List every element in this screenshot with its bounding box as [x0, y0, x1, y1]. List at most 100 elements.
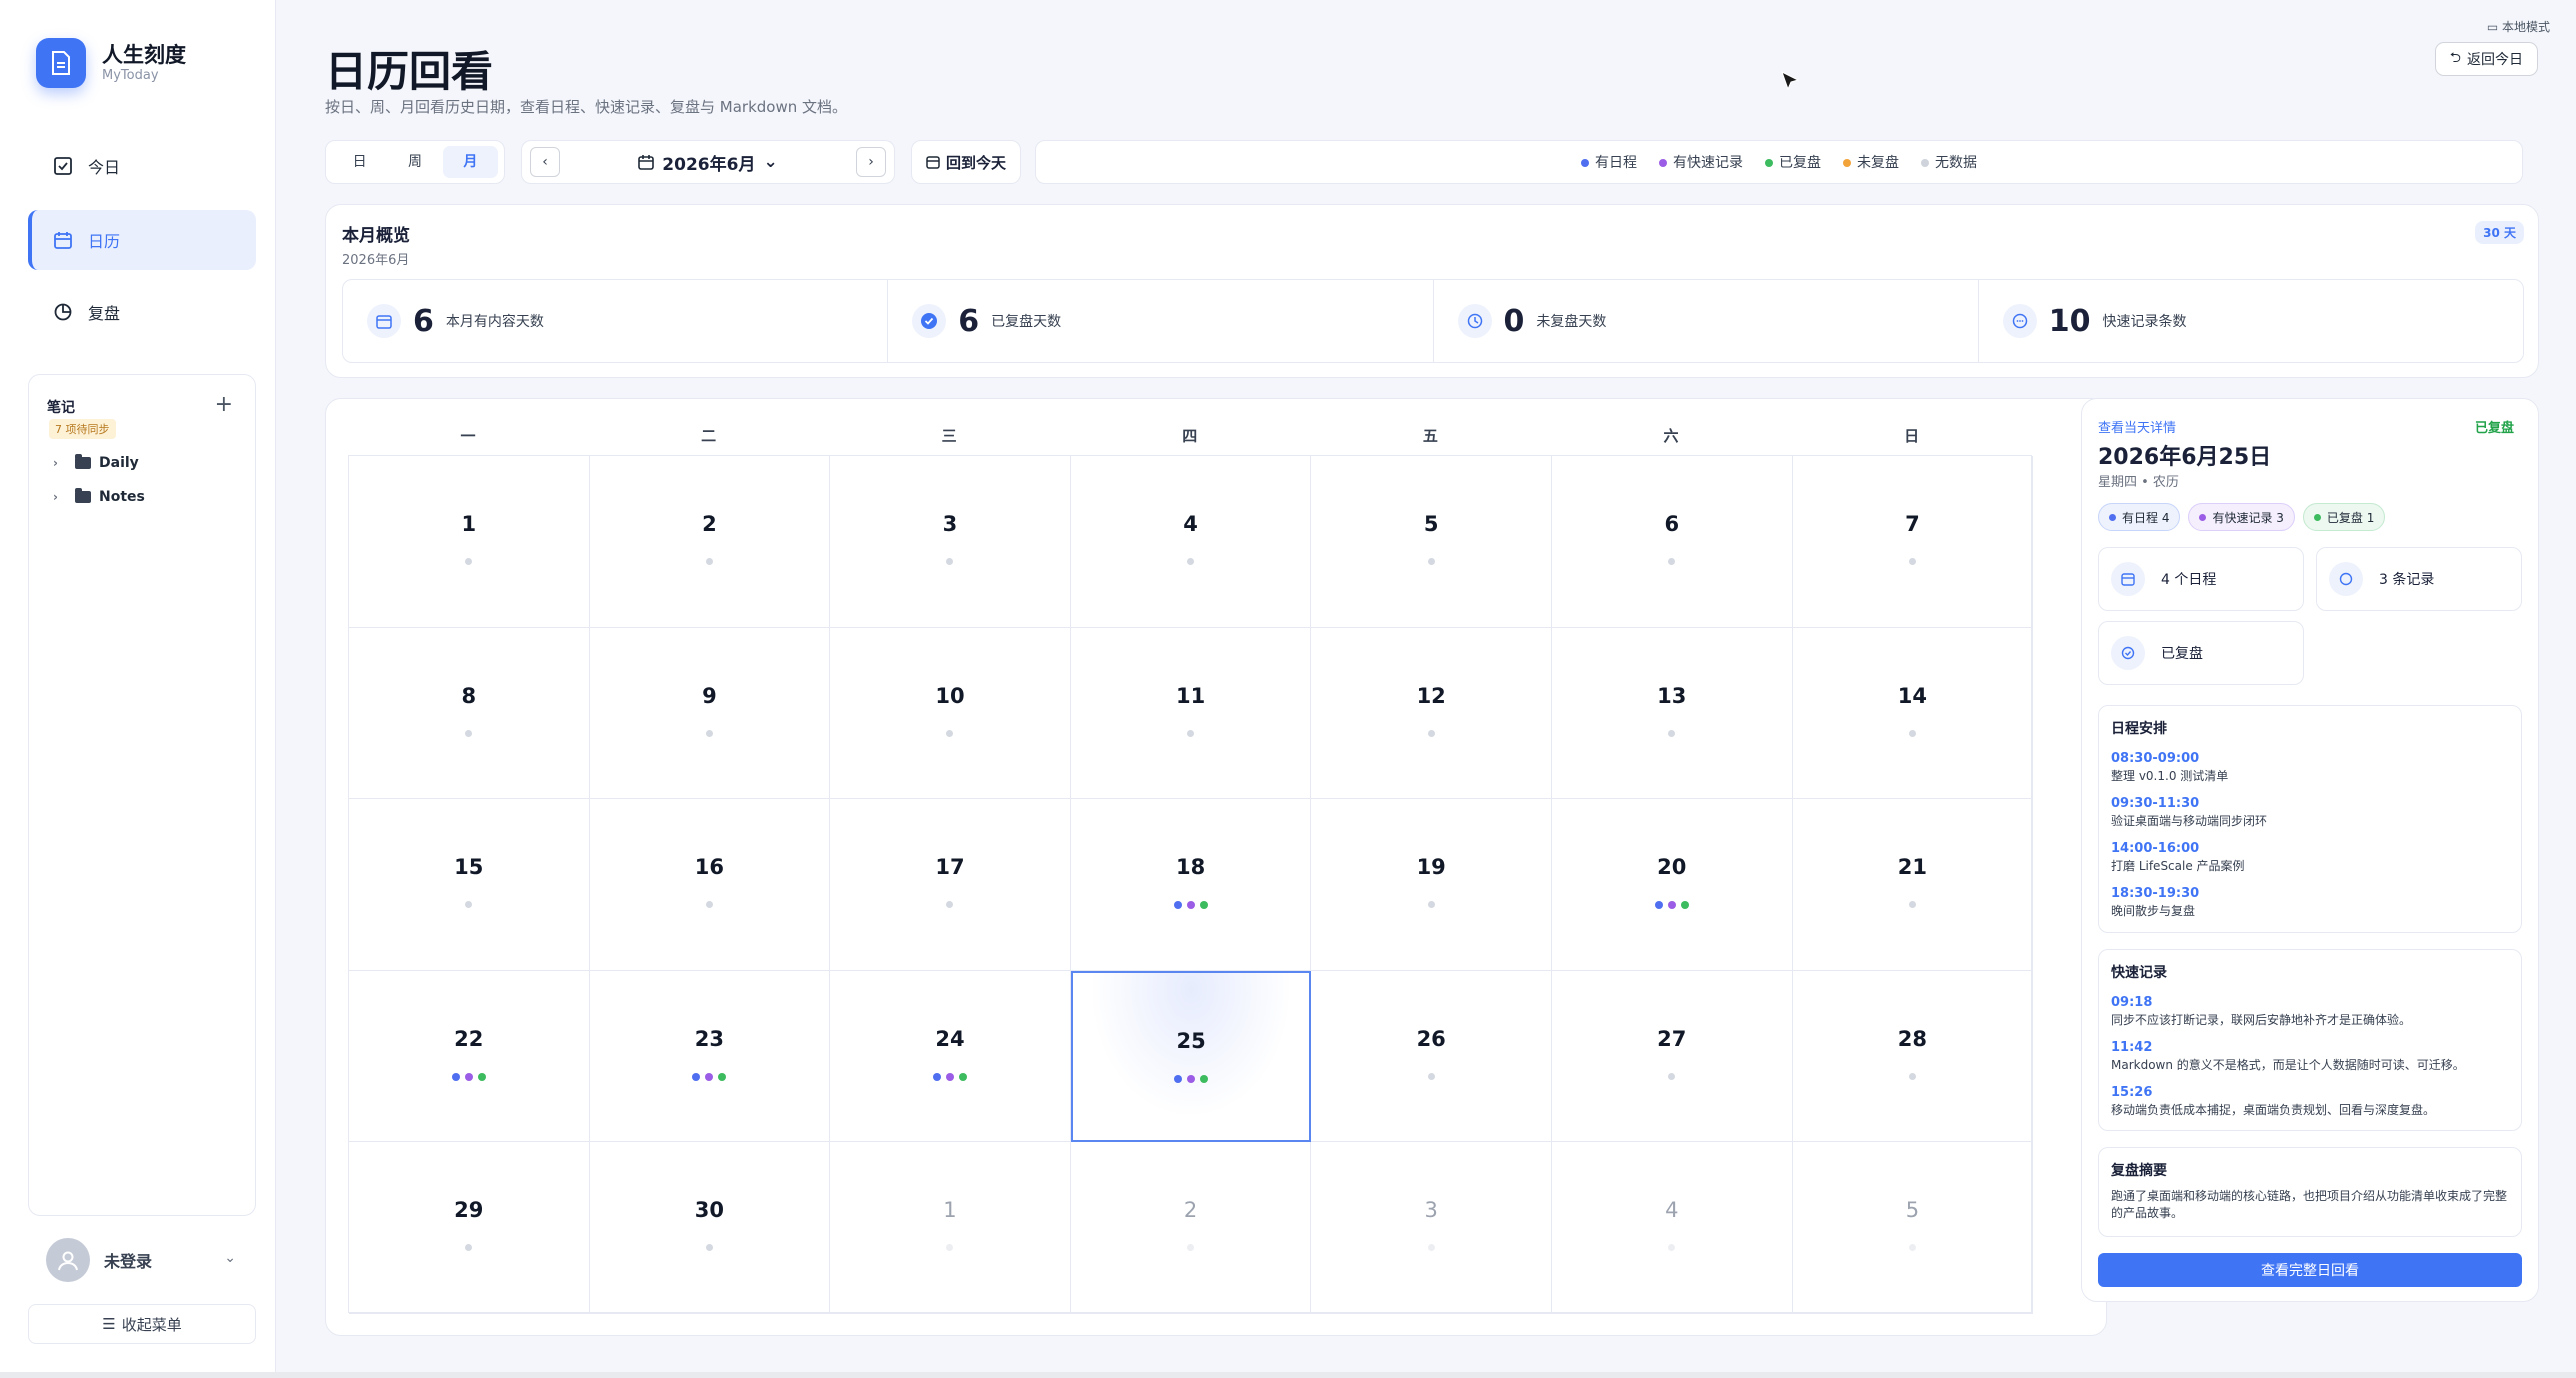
calendar-icon [2111, 562, 2145, 596]
app-name: 人生刻度 [102, 43, 186, 67]
empty-dot [705, 558, 713, 565]
tab-day[interactable]: 日 [332, 146, 387, 178]
view-full-review-button[interactable]: 查看完整日回看 [2098, 1253, 2522, 1287]
folder-daily[interactable]: › Daily [53, 454, 139, 471]
legend-label: 无数据 [1935, 155, 1977, 171]
calendar-day-cell[interactable]: 17 [830, 799, 1071, 971]
indicator-dot [958, 1072, 967, 1081]
calendar-day-cell[interactable]: 10 [830, 627, 1071, 800]
day-number: 25 [1176, 1028, 1206, 1053]
local-mode-indicator: ▭ 本地模式 [2487, 18, 2550, 35]
day-number: 19 [1416, 855, 1446, 880]
entry-time: 14:00-16:00 [2111, 841, 2200, 856]
indicator-dot [1654, 901, 1663, 910]
empty-dot [705, 1244, 713, 1252]
quick-notes-panel: 快速记录 09:18 同步不应该打断记录，联网后安静地补齐才是正确体验。 11:42… [2098, 949, 2522, 1131]
calendar-day-cell[interactable]: 20 [1552, 799, 1793, 971]
calendar-day-cell[interactable]: 6 [1552, 456, 1793, 628]
goto-today-button[interactable]: 回到今天 [911, 140, 1021, 184]
stat-item: 6 本月有内容天数 [343, 280, 889, 362]
calendar-day-cell[interactable]: 2 [589, 456, 831, 628]
legend-label: 已复盘 [1779, 155, 1821, 171]
review-title: 复盘摘要 [2111, 1163, 2167, 1179]
empty-dot [1427, 729, 1435, 737]
calendar-day-cell[interactable]: 14 [1792, 627, 2034, 800]
check-circle-icon [912, 304, 947, 338]
indicator-dot [718, 1072, 727, 1081]
day-number: 14 [1897, 683, 1927, 708]
calendar-day-cell[interactable]: 1 [830, 1142, 1071, 1314]
collapse-menu-button[interactable]: ☰ 收起菜单 [28, 1304, 256, 1344]
back-to-today-button[interactable]: ⮌ 返回今日 [2434, 42, 2538, 76]
calendar-day-cell[interactable]: 19 [1311, 799, 1552, 971]
user-menu[interactable]: 未登录 ⌄ [28, 1232, 256, 1288]
calendar-day-cell[interactable]: 29 [349, 1142, 590, 1314]
empty-dot [1908, 558, 1916, 565]
day-number: 28 [1897, 1026, 1927, 1051]
chevron-right-icon: › [53, 456, 58, 470]
day-indicators [830, 1244, 1070, 1252]
indicator-dot [1199, 901, 1208, 910]
entry-text: 移动端负责低成本捕捉，桌面端负责规划、回看与深度复盘。 [2111, 1103, 2436, 1117]
calendar-day-cell[interactable]: 12 [1311, 627, 1552, 800]
empty-dot [1908, 729, 1916, 737]
stat-item: 6 已复盘天数 [888, 280, 1434, 362]
view-day-detail-link[interactable]: 查看当天详情 [2098, 417, 2176, 436]
calendar-day-cell[interactable]: 1 [349, 456, 590, 628]
calendar-day-cell[interactable]: 5 [1792, 1142, 2034, 1314]
calendar-day-cell[interactable]: 30 [589, 1142, 831, 1314]
weekday-header: 二 [701, 427, 717, 445]
chat-icon [2002, 304, 2037, 338]
calendar-day-cell[interactable]: 3 [830, 456, 1071, 628]
calendar-day-cell[interactable]: 28 [1792, 970, 2034, 1143]
day-number: 17 [935, 855, 965, 880]
nav-item-review[interactable]: 复盘 [28, 282, 256, 342]
calendar-day-cell[interactable]: 27 [1552, 970, 1793, 1143]
calendar-day-cell[interactable]: 22 [349, 970, 590, 1143]
user-name: 未登录 [104, 1252, 153, 1271]
calendar-day-cell[interactable]: 15 [349, 799, 590, 971]
stat-label: 本月有内容天数 [445, 314, 544, 330]
calendar-day-cell[interactable]: 11 [1070, 627, 1312, 800]
calendar-day-cell[interactable]: 16 [589, 799, 831, 971]
calendar-day-cell[interactable]: 21 [1792, 799, 2034, 971]
calendar-day-cell[interactable]: 2 [1070, 1142, 1312, 1314]
prev-month-button[interactable]: ‹ [530, 147, 560, 177]
detail-chips: 有日程 4 有快速记录 3 已复盘 1 [2098, 503, 2386, 531]
calendar-day-cell[interactable]: 7 [1792, 456, 2034, 628]
calendar-day-cell[interactable]: 26 [1311, 970, 1552, 1143]
chevron-right-icon: › [868, 154, 874, 170]
calendar-day-cell[interactable]: 3 [1311, 1142, 1552, 1314]
calendar-day-cell[interactable]: 24 [830, 970, 1071, 1143]
day-indicators [830, 558, 1070, 565]
calendar-day-cell[interactable]: 5 [1311, 456, 1552, 628]
calendar-day-cell[interactable]: 23 [589, 970, 831, 1143]
calendar-day-cell[interactable]: 25 [1070, 970, 1312, 1143]
nav-item-calendar[interactable]: 日历 [28, 210, 256, 270]
day-number: 11 [1175, 683, 1206, 708]
legend-dot [1765, 159, 1773, 167]
calendar-day-cell[interactable]: 8 [349, 627, 590, 800]
day-number: 26 [1416, 1026, 1446, 1051]
nav-label: 今日 [88, 158, 121, 177]
add-note-button[interactable]: + [215, 394, 233, 416]
chip-dot [2199, 513, 2207, 521]
calendar-day-cell[interactable]: 4 [1070, 456, 1312, 628]
calendar-day-cell[interactable]: 13 [1552, 627, 1793, 800]
day-number: 23 [694, 1026, 724, 1051]
calendar-day-cell[interactable]: 18 [1070, 799, 1312, 971]
nav-item-today[interactable]: 今日 [28, 136, 256, 196]
empty-dot [465, 729, 473, 737]
calendar-day-cell[interactable]: 4 [1552, 1142, 1793, 1314]
calendar-day-cell[interactable]: 9 [589, 627, 831, 800]
tab-week[interactable]: 周 [387, 146, 442, 178]
empty-dot [705, 729, 713, 737]
brand: 人生刻度 MyToday [36, 38, 186, 88]
folder-icon [75, 488, 91, 503]
folder-notes[interactable]: › Notes [53, 488, 145, 505]
day-number: 7 [1905, 512, 1920, 536]
next-month-button[interactable]: › [856, 147, 886, 177]
tab-month[interactable]: 月 [442, 146, 498, 178]
empty-dot [946, 1244, 954, 1252]
month-picker[interactable]: 2026年6月 ⌄ [638, 150, 778, 175]
